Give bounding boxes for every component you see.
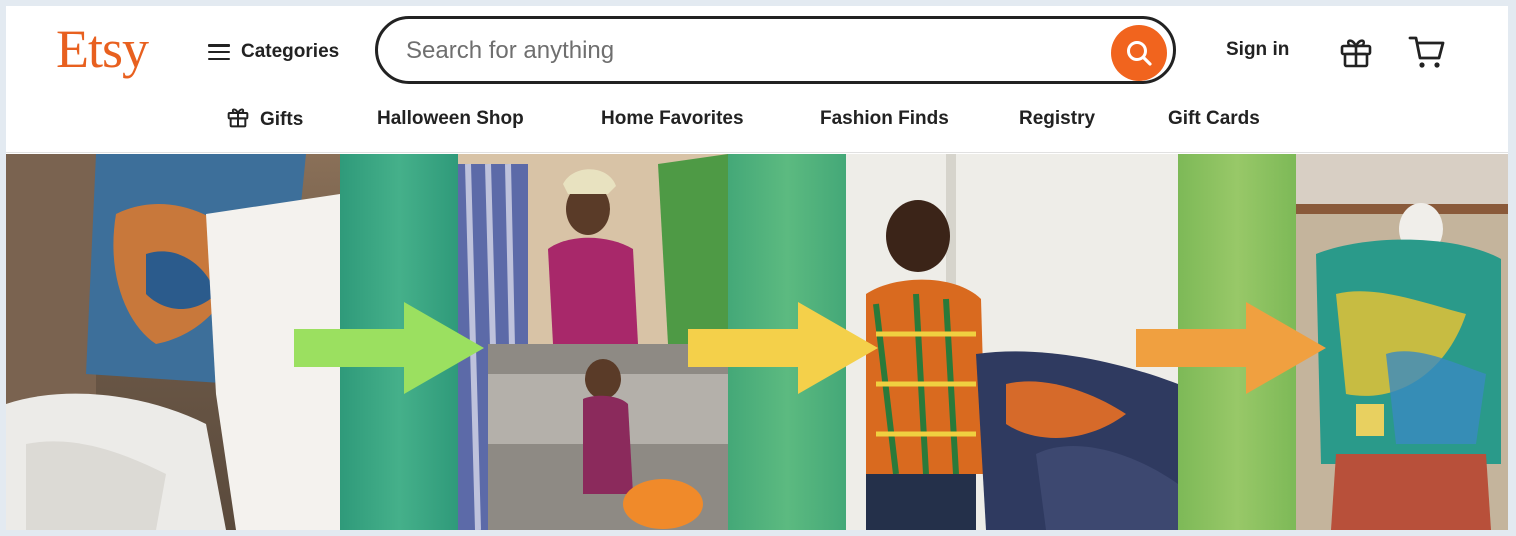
arrow-right-icon: [1136, 302, 1326, 394]
site-header: Etsy Categories Sign in: [6, 6, 1508, 153]
cart-button[interactable]: [1407, 33, 1447, 71]
search-bar: [375, 16, 1176, 84]
gift-icon: [227, 108, 249, 128]
nav-item-fashion-finds[interactable]: Fashion Finds: [820, 105, 949, 133]
search-button[interactable]: [1111, 25, 1167, 81]
hero-banner[interactable]: [6, 154, 1508, 530]
photo-sorting-clothes: [846, 154, 1178, 530]
nav-item-gift-cards[interactable]: Gift Cards: [1168, 105, 1260, 133]
category-nav: Gifts Halloween Shop Home Favorites Fash…: [6, 105, 1508, 135]
nav-item-label: Gifts: [260, 109, 304, 130]
nav-item-home-favorites[interactable]: Home Favorites: [601, 105, 744, 133]
photo-raw-fabric: [6, 154, 340, 530]
sign-in-link[interactable]: Sign in: [1226, 39, 1289, 61]
hamburger-menu-icon: [208, 44, 230, 60]
gift-icon: [1340, 39, 1372, 68]
etsy-logo[interactable]: Etsy: [56, 18, 149, 80]
categories-button[interactable]: Categories: [208, 39, 339, 65]
arrow-right-icon: [688, 302, 878, 394]
nav-item-gifts[interactable]: Gifts: [226, 105, 303, 134]
browser-viewport: Etsy Categories Sign in: [6, 6, 1508, 530]
arrow-right-icon: [294, 302, 484, 394]
gift-button[interactable]: [1338, 34, 1374, 70]
photo-finished-garment: [1296, 154, 1508, 530]
search-input[interactable]: [404, 35, 1088, 67]
nav-item-registry[interactable]: Registry: [1019, 105, 1095, 133]
cart-icon: [1408, 36, 1445, 68]
nav-item-halloween-shop[interactable]: Halloween Shop: [377, 105, 524, 133]
search-icon: [1127, 41, 1152, 66]
categories-label: Categories: [241, 41, 340, 62]
